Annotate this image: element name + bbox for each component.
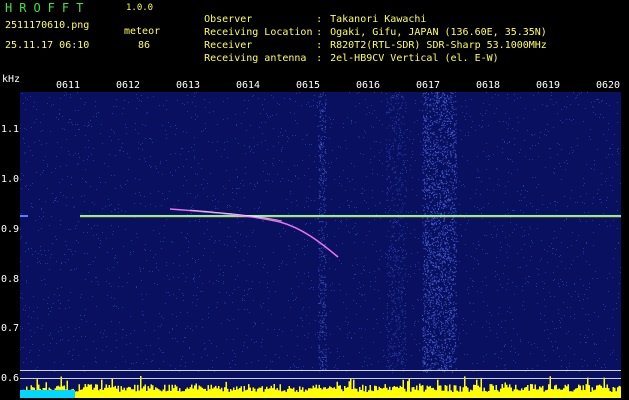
y-tick-label: 1.1 (1, 124, 20, 135)
x-tick-label: 0614 (236, 80, 261, 91)
antenna-value: 2el-HB9CV Vertical (el. E-W) (330, 53, 499, 64)
unit-label: kHz (2, 74, 21, 85)
signal-level-bars (20, 376, 621, 398)
y-tick-label: 0.8 (1, 274, 20, 285)
x-tick-label: 0618 (476, 80, 501, 91)
app-version: 1.0.0 (126, 3, 154, 13)
file-name: 2511170610.png (5, 20, 90, 31)
x-tick-label: 0615 (296, 80, 321, 91)
x-tick-label: 0611 (56, 80, 81, 91)
y-tick-label: 0.9 (1, 224, 20, 235)
antenna-row: Receiving antenna:2el-HB9CV Vertical (el… (180, 42, 499, 75)
x-tick-label: 0620 (596, 80, 621, 91)
x-tick-label: 0619 (536, 80, 561, 91)
x-tick-label: 0613 (176, 80, 201, 91)
spectrogram-canvas (20, 92, 621, 398)
x-tick-label: 0612 (116, 80, 141, 91)
meteor-count: 86 (138, 40, 151, 51)
y-tick-label: 0.7 (1, 323, 20, 334)
y-tick-label: 0.6 (1, 373, 20, 384)
meteor-label: meteor (124, 26, 161, 37)
app-name: HROFFT (5, 1, 91, 15)
x-tick-label: 0617 (416, 80, 441, 91)
header-panel: HROFFT 1.0.0 2511170610.png meteor 25.11… (0, 0, 629, 64)
antenna-key: Receiving antenna (204, 53, 307, 64)
interference-band (318, 92, 327, 372)
y-tick-label: 1.0 (1, 174, 20, 185)
spectrogram-plot (20, 92, 621, 398)
signal-level-bars (20, 390, 75, 398)
level-scale-line (20, 370, 621, 371)
level-scale-line (20, 378, 621, 379)
datetime: 25.11.17 06:10 (5, 40, 90, 51)
noise-speckle (20, 92, 621, 372)
x-tick-label: 0616 (356, 80, 381, 91)
info-separator: : (316, 53, 323, 64)
